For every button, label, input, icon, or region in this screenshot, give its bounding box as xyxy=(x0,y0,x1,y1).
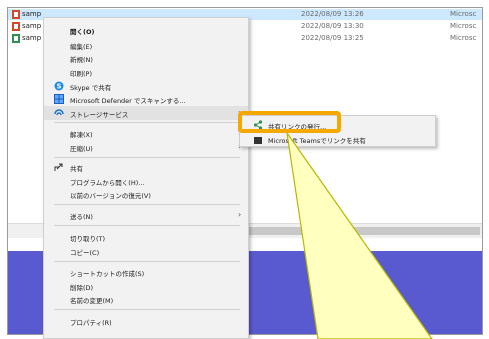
menu-item-open[interactable]: 開く(O) xyxy=(44,23,248,37)
menu-item-label: ショートカットの作成(S) xyxy=(70,270,145,278)
menu-item-label: Microsoft Defender でスキャンする... xyxy=(70,97,186,105)
menu-item-label: 解凍(X) xyxy=(70,131,93,139)
menu-separator xyxy=(54,225,240,226)
menu-item-storage-service[interactable]: ストレージサービス › xyxy=(44,106,248,120)
menu-item-label: 圧縮(U) xyxy=(70,145,93,153)
menu-item-extract[interactable]: 解凍(X) › xyxy=(44,126,248,140)
menu-item-rename[interactable]: 名前の変更(M) xyxy=(44,292,248,306)
highlight-box xyxy=(238,111,341,133)
menu-item-send-to[interactable]: 送る(N) › xyxy=(44,208,248,222)
menu-item-label: ストレージサービス xyxy=(70,111,129,119)
powerpoint-file-icon xyxy=(12,10,20,19)
menu-item-properties[interactable]: プロパティ(R) xyxy=(44,314,248,328)
menu-item-edit[interactable]: 編集(E) xyxy=(44,38,248,52)
menu-separator xyxy=(54,157,240,158)
chevron-right-icon: › xyxy=(238,210,242,219)
menu-item-open-with[interactable]: プログラムから開く(H)... xyxy=(44,174,248,188)
file-date: 2022/08/09 13:25 xyxy=(301,34,364,42)
menu-item-label: 新規(N) xyxy=(70,56,93,64)
menu-item-skype-share[interactable]: S Skype で共有 xyxy=(44,79,248,93)
menu-separator xyxy=(54,122,240,123)
teams-icon xyxy=(254,137,262,144)
powerpoint-file-icon xyxy=(12,22,20,31)
powerpoint-file-icon xyxy=(12,34,20,43)
menu-item-label: 切り取り(T) xyxy=(70,235,106,243)
menu-item-compress[interactable]: 圧縮(U) › xyxy=(44,140,248,154)
menu-item-share[interactable]: 共有 xyxy=(44,160,248,174)
menu-separator xyxy=(54,309,240,310)
menu-item-label: 編集(E) xyxy=(70,43,93,51)
file-date: 2022/08/09 13:26 xyxy=(301,10,364,18)
defender-icon xyxy=(54,94,64,104)
file-name: samp xyxy=(22,34,42,42)
skype-icon: S xyxy=(54,81,64,91)
menu-separator xyxy=(54,261,240,262)
menu-item-label: 削除(D) xyxy=(70,284,94,292)
menu-item-restore-previous[interactable]: 以前のバージョンの復元(V) xyxy=(44,187,248,201)
storage-service-icon xyxy=(54,109,64,116)
menu-item-label: 名前の変更(M) xyxy=(70,297,114,305)
svg-text:S: S xyxy=(56,83,61,91)
scrollbar-thumb[interactable] xyxy=(244,227,480,235)
menu-item-defender-scan[interactable]: Microsoft Defender でスキャンする... xyxy=(44,92,248,106)
file-type: Microsc xyxy=(450,10,477,18)
menu-item-label: コピー(C) xyxy=(70,249,100,257)
menu-item-label: 以前のバージョンの復元(V) xyxy=(70,192,151,200)
menu-item-label: Skype で共有 xyxy=(70,84,112,92)
menu-item-delete[interactable]: 削除(D) xyxy=(44,279,248,293)
menu-item-label: 共有 xyxy=(70,165,83,173)
menu-item-print[interactable]: 印刷(P) xyxy=(44,65,248,79)
menu-item-label: 送る(N) xyxy=(70,213,93,221)
menu-item-label: プロパティ(R) xyxy=(70,319,112,327)
menu-item-new[interactable]: 新規(N) xyxy=(44,51,248,65)
menu-item-label: プログラムから開く(H)... xyxy=(70,179,145,187)
context-menu: 開く(O) 編集(E) 新規(N) 印刷(P) S Skype で共有 Micr… xyxy=(43,17,249,339)
menu-item-label: 印刷(P) xyxy=(70,70,92,78)
menu-item-label: 開く(O) xyxy=(70,28,95,36)
submenu-item-label: Microsoft Teamsでリンクを共有 xyxy=(268,137,366,145)
file-type: Microsc xyxy=(450,34,477,42)
file-type: Microsc xyxy=(450,22,477,30)
submenu-item-teams-share[interactable]: Microsoft Teamsでリンクを共有 xyxy=(240,134,435,146)
file-name: samp xyxy=(22,22,42,30)
menu-item-copy[interactable]: コピー(C) xyxy=(44,244,248,258)
menu-item-cut[interactable]: 切り取り(T) xyxy=(44,230,248,244)
file-date: 2022/08/09 13:30 xyxy=(301,22,364,30)
menu-item-create-shortcut[interactable]: ショートカットの作成(S) xyxy=(44,265,248,279)
share-icon xyxy=(54,163,63,171)
menu-separator xyxy=(54,204,240,205)
file-name: samp xyxy=(22,10,42,18)
